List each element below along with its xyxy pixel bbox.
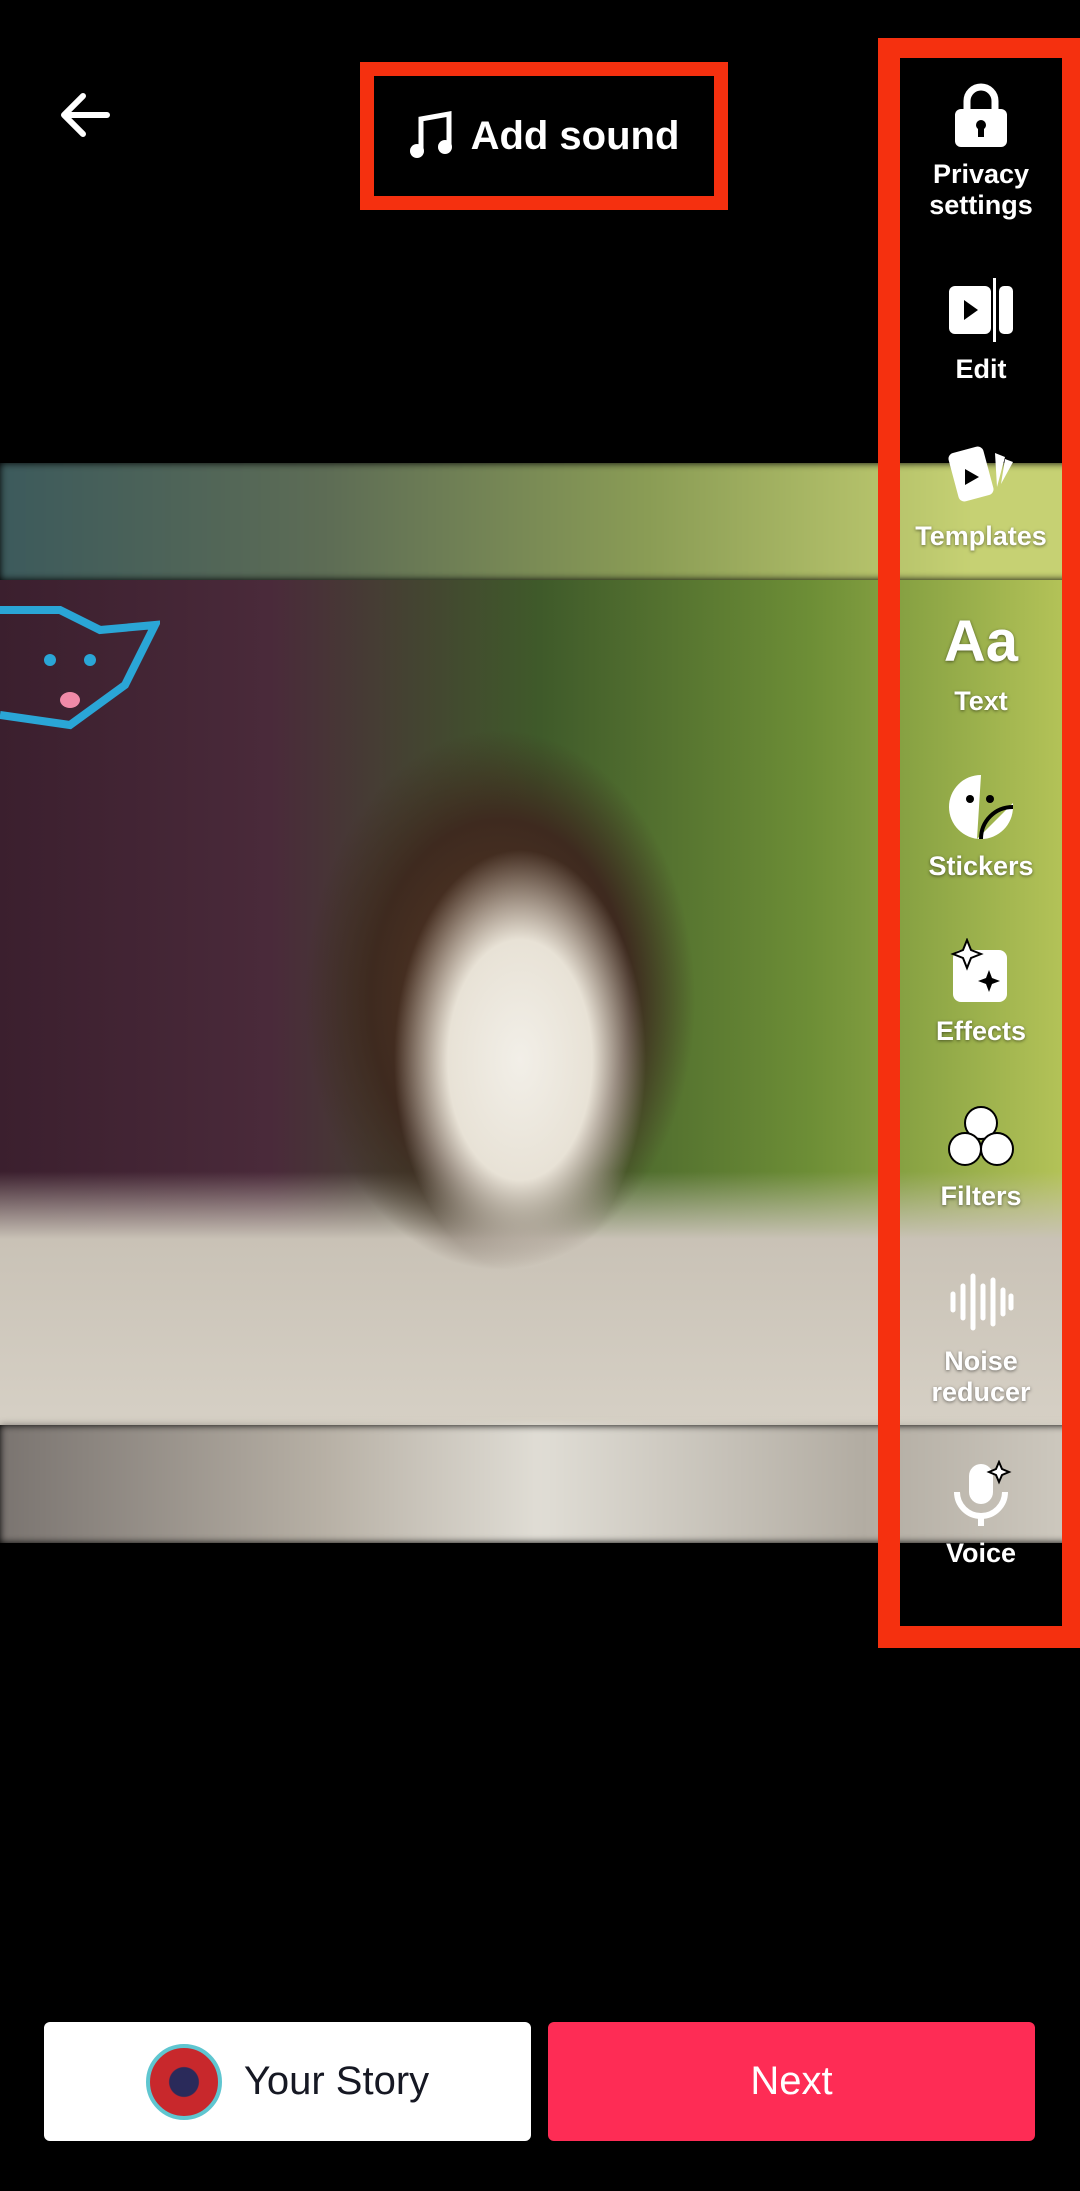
sidebar-item-label: Filters bbox=[940, 1181, 1022, 1211]
sidebar-item-templates[interactable]: Templates bbox=[900, 443, 1062, 552]
templates-icon bbox=[948, 446, 1013, 502]
sidebar-item-noise-reducer[interactable]: Noise reducer bbox=[900, 1268, 1062, 1408]
watermark-logo-icon bbox=[0, 606, 160, 730]
lock-icon bbox=[955, 83, 1007, 147]
sidebar-item-label: Effects bbox=[935, 1016, 1027, 1046]
text-aa-icon: Aa bbox=[943, 609, 1019, 674]
waveform-icon bbox=[950, 1273, 1014, 1331]
avatar bbox=[145, 2043, 222, 2120]
next-label: Next bbox=[750, 2059, 833, 2103]
sidebar-item-label: Noise reducer bbox=[931, 1346, 1031, 1407]
sidebar-item-label: Stickers bbox=[928, 851, 1034, 881]
sidebar-item-label: Templates bbox=[915, 521, 1047, 551]
add-sound-label: Add sound bbox=[470, 113, 680, 158]
effects-icon bbox=[950, 938, 1007, 1002]
sidebar-item-privacy-settings[interactable]: Privacy settings bbox=[900, 81, 1062, 221]
your-story-label: Your Story bbox=[243, 2059, 430, 2103]
sticker-icon bbox=[949, 775, 1014, 840]
sidebar-item-edit[interactable]: Edit bbox=[900, 276, 1062, 385]
sidebar-item-stickers[interactable]: Stickers bbox=[900, 773, 1062, 882]
add-sound-button[interactable]: Add sound bbox=[360, 62, 728, 210]
next-button[interactable]: Next bbox=[548, 2022, 1035, 2141]
sidebar-item-filters[interactable]: Filters bbox=[900, 1103, 1062, 1212]
music-note-icon bbox=[409, 111, 452, 158]
voice-mic-icon bbox=[954, 1460, 1012, 1526]
sidebar-item-label: Edit bbox=[955, 354, 1007, 384]
sidebar-item-label: Voice bbox=[945, 1538, 1017, 1568]
sidebar-item-label: Text bbox=[954, 686, 1008, 716]
edit-clip-icon bbox=[949, 278, 1013, 342]
sidebar-item-effects[interactable]: Effects bbox=[900, 938, 1062, 1047]
back-arrow-icon[interactable] bbox=[55, 85, 115, 145]
filters-icon bbox=[948, 1106, 1014, 1166]
sidebar-item-text[interactable]: Aa Text bbox=[900, 608, 1062, 717]
sidebar-item-voice[interactable]: Voice bbox=[900, 1460, 1062, 1569]
your-story-button[interactable]: Your Story bbox=[44, 2022, 531, 2141]
sidebar-item-label: Privacy settings bbox=[929, 159, 1033, 220]
